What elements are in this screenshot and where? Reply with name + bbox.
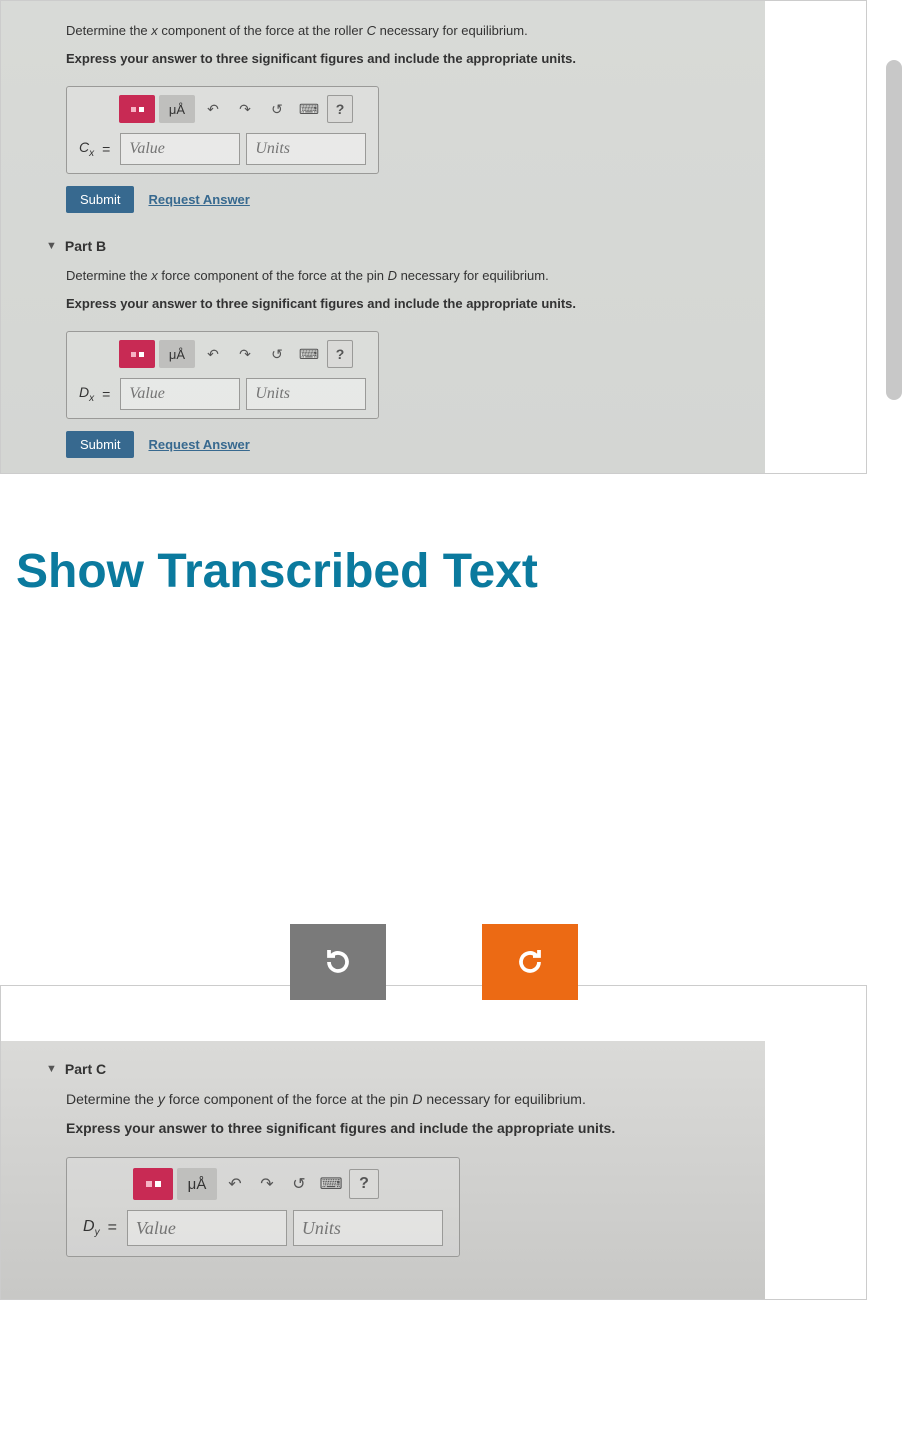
part-c-header: ▼ Part C — [46, 1061, 735, 1077]
part-a-submit-button[interactable]: Submit — [66, 186, 134, 213]
fraction-template-icon[interactable] — [119, 95, 155, 123]
part-c-answer-box: μÅ ↶ ↷ ↺ ⌨ ? Dy = — [66, 1157, 460, 1257]
redo-icon[interactable]: ↷ — [253, 1170, 281, 1198]
help-icon[interactable]: ? — [327, 340, 353, 368]
rotate-cw-icon — [512, 944, 548, 980]
part-b-instructions: Express your answer to three significant… — [66, 294, 735, 314]
part-b-input-row: Dx = — [79, 378, 366, 410]
part-b-submit-button[interactable]: Submit — [66, 431, 134, 458]
part-b-request-answer-link[interactable]: Request Answer — [148, 437, 249, 452]
undo-icon[interactable]: ↶ — [199, 340, 227, 368]
part-c-prompt: Determine the y force component of the f… — [66, 1089, 735, 1110]
undo-icon[interactable]: ↶ — [221, 1170, 249, 1198]
keyboard-icon[interactable]: ⌨ — [295, 95, 323, 123]
part-a-actions: Submit Request Answer — [66, 186, 735, 213]
part-a-answer-box: μÅ ↶ ↷ ↺ ⌨ ? Cx = — [66, 86, 379, 174]
part-c-value-input[interactable] — [127, 1210, 287, 1246]
keyboard-icon[interactable]: ⌨ — [295, 340, 323, 368]
equals-sign: = — [108, 1219, 117, 1237]
equals-sign: = — [102, 141, 110, 157]
part-a-units-input[interactable] — [246, 133, 366, 165]
units-button[interactable]: μÅ — [177, 1168, 217, 1200]
part-a-instructions: Express your answer to three significant… — [66, 49, 735, 69]
part-b-actions: Submit Request Answer — [66, 431, 735, 458]
part-b-toolbar: μÅ ↶ ↷ ↺ ⌨ ? — [119, 340, 366, 368]
part-a-prompt: Determine the x component of the force a… — [66, 21, 735, 41]
show-transcribed-heading: Show Transcribed Text — [0, 514, 867, 629]
part-b-units-input[interactable] — [246, 378, 366, 410]
rotate-right-button[interactable] — [482, 924, 578, 1000]
rotate-buttons-row — [0, 924, 867, 1000]
scrollbar-track[interactable] — [886, 60, 902, 400]
reset-icon[interactable]: ↺ — [285, 1170, 313, 1198]
part-c-input-row: Dy = — [83, 1210, 443, 1246]
part-a-value-input[interactable] — [120, 133, 240, 165]
rotate-left-button[interactable] — [290, 924, 386, 1000]
part-c-units-input[interactable] — [293, 1210, 443, 1246]
reset-icon[interactable]: ↺ — [263, 340, 291, 368]
undo-icon[interactable]: ↶ — [199, 95, 227, 123]
part-b-value-input[interactable] — [120, 378, 240, 410]
fraction-template-icon[interactable] — [133, 1168, 173, 1200]
redo-icon[interactable]: ↷ — [231, 340, 259, 368]
part-a-toolbar: μÅ ↶ ↷ ↺ ⌨ ? — [119, 95, 366, 123]
equals-sign: = — [102, 386, 110, 402]
units-button[interactable]: μÅ — [159, 340, 195, 368]
part-a-input-row: Cx = — [79, 133, 366, 165]
collapse-icon[interactable]: ▼ — [46, 1063, 57, 1075]
fraction-template-icon[interactable] — [119, 340, 155, 368]
rotate-ccw-icon — [320, 944, 356, 980]
screenshot-section-2: ▼ Part C Determine the y force component… — [0, 985, 867, 1300]
part-c-var-label: Dy — [83, 1218, 100, 1238]
help-icon[interactable]: ? — [327, 95, 353, 123]
part-b-header: ▼ Part B — [46, 238, 735, 254]
part-a-var-label: Cx — [79, 139, 94, 159]
reset-icon[interactable]: ↺ — [263, 95, 291, 123]
units-button[interactable]: μÅ — [159, 95, 195, 123]
collapse-icon[interactable]: ▼ — [46, 240, 57, 252]
part-b-answer-box: μÅ ↶ ↷ ↺ ⌨ ? Dx = — [66, 331, 379, 419]
keyboard-icon[interactable]: ⌨ — [317, 1170, 345, 1198]
screenshot-section-1: Determine the x component of the force a… — [0, 0, 867, 474]
part-c-toolbar: μÅ ↶ ↷ ↺ ⌨ ? — [133, 1168, 443, 1200]
part-b-prompt: Determine the x force component of the f… — [66, 266, 735, 286]
part-a-request-answer-link[interactable]: Request Answer — [148, 192, 249, 207]
help-icon[interactable]: ? — [349, 1169, 379, 1199]
part-c-instructions: Express your answer to three significant… — [66, 1118, 735, 1139]
part-b-var-label: Dx — [79, 384, 94, 404]
redo-icon[interactable]: ↷ — [231, 95, 259, 123]
